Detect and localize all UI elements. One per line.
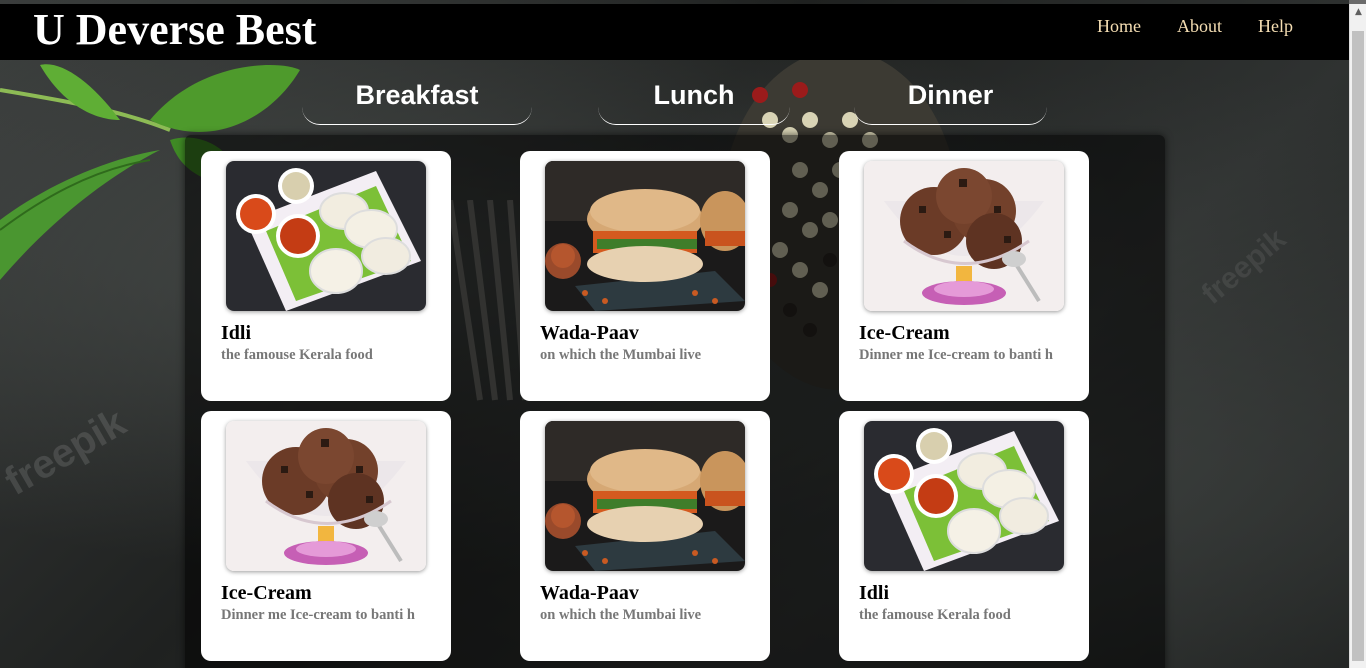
card-title: Idli: [859, 582, 890, 604]
food-card[interactable]: Idli the famouse Kerala food: [839, 411, 1089, 661]
vertical-scrollbar[interactable]: ▲: [1349, 4, 1366, 668]
scrollbar-thumb[interactable]: [1352, 31, 1364, 661]
ice-cream-cup-image: [226, 421, 426, 571]
card-description: the famouse Kerala food: [859, 607, 1011, 623]
freepik-watermark: freepik: [0, 400, 134, 504]
wada-paav-image: [545, 421, 745, 571]
tab-dinner[interactable]: Dinner: [854, 70, 1047, 125]
nav-home-link[interactable]: Home: [1097, 16, 1141, 37]
brand-title: U Deverse Best: [33, 5, 317, 54]
food-card[interactable]: Wada-Paav on which the Mumbai live: [520, 151, 770, 401]
card-title: Ice-Cream: [221, 582, 312, 604]
nav-help-link[interactable]: Help: [1258, 16, 1293, 37]
food-card[interactable]: Ice-Cream Dinner me Ice-cream to banti h: [839, 151, 1089, 401]
wada-paav-image: [545, 161, 745, 311]
card-title: Wada-Paav: [540, 322, 639, 344]
food-card[interactable]: Idli the famouse Kerala food: [201, 151, 451, 401]
idli-plate-image: [864, 421, 1064, 571]
card-description: on which the Mumbai live: [540, 607, 702, 623]
nav-about-link[interactable]: About: [1177, 16, 1222, 37]
card-title: Wada-Paav: [540, 582, 639, 604]
food-card[interactable]: Ice-Cream Dinner me Ice-cream to banti h: [201, 411, 451, 661]
card-title: Idli: [221, 322, 252, 344]
card-description: on which the Mumbai live: [540, 347, 702, 363]
site-header: U Deverse Best Home About Help: [0, 4, 1349, 60]
ice-cream-cup-image: [864, 161, 1064, 311]
freepik-watermark: freepik: [1195, 222, 1293, 311]
tab-breakfast[interactable]: Breakfast: [302, 70, 532, 125]
tab-lunch[interactable]: Lunch: [598, 70, 790, 125]
idli-plate-image: [226, 161, 426, 311]
card-description: Dinner me Ice-cream to banti h: [859, 347, 1053, 363]
card-description: the famouse Kerala food: [221, 347, 373, 363]
card-description: Dinner me Ice-cream to banti h: [221, 607, 415, 623]
main-nav: Home About Help: [1097, 16, 1293, 37]
food-card[interactable]: Wada-Paav on which the Mumbai live: [520, 411, 770, 661]
card-title: Ice-Cream: [859, 322, 950, 344]
scroll-up-arrow-icon[interactable]: ▲: [1350, 4, 1366, 21]
